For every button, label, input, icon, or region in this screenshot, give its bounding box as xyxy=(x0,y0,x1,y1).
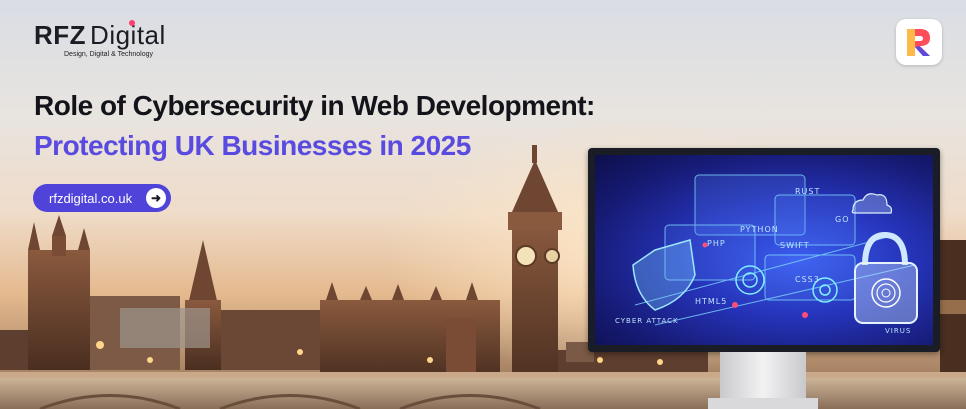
website-link-button[interactable]: rfzdigital.co.uk ➜ xyxy=(33,184,171,212)
keyword-html5: HTML5 xyxy=(695,297,728,306)
brand-name-light: Digital xyxy=(90,20,166,50)
cloud-icon xyxy=(851,193,893,214)
logo-dot-icon xyxy=(129,20,135,26)
monitor-stand xyxy=(720,352,806,400)
monitor-stand-base xyxy=(708,398,818,409)
keyword-cyber-attack: CYBER ATTACK xyxy=(615,317,679,325)
monitor-screen: RUST GO PYTHON PHP SWIFT HTML5 CSS3 CYBE… xyxy=(595,155,933,345)
keyword-virus: VIRUS xyxy=(885,327,912,335)
r-logo-badge[interactable] xyxy=(896,19,942,65)
headline-line-2: Protecting UK Businesses in 2025 xyxy=(34,130,471,161)
keyword-python: PYTHON xyxy=(740,225,779,234)
hero-banner: RFZ Digital Design, Digital & Technology … xyxy=(0,0,966,409)
keyword-go: GO xyxy=(835,215,850,224)
headline-line-1: Role of Cybersecurity in Web Development… xyxy=(34,90,595,121)
lock-icon xyxy=(854,231,918,324)
parliament-left xyxy=(0,215,321,370)
westminster-bridge xyxy=(0,372,966,409)
website-url: rfzdigital.co.uk xyxy=(49,190,133,206)
big-ben-tower xyxy=(508,145,562,390)
shield-icon xyxy=(632,239,696,311)
brand-logo[interactable]: RFZ Digital Design, Digital & Technology xyxy=(34,20,166,58)
arrow-right-icon: ➜ xyxy=(146,188,166,208)
keyword-php: PHP xyxy=(707,239,726,248)
computer-monitor: RUST GO PYTHON PHP SWIFT HTML5 CSS3 CYBE… xyxy=(588,148,940,352)
brand-name-bold: RFZ xyxy=(34,20,87,50)
brand-name: RFZ Digital xyxy=(34,22,166,48)
keyword-swift: SWIFT xyxy=(780,241,810,250)
keyword-rust: RUST xyxy=(795,187,821,196)
parliament-center xyxy=(320,282,500,380)
brand-tagline: Design, Digital & Technology xyxy=(64,51,153,58)
r-logo-icon xyxy=(907,29,930,56)
keyword-css3: CSS3 xyxy=(795,275,820,284)
